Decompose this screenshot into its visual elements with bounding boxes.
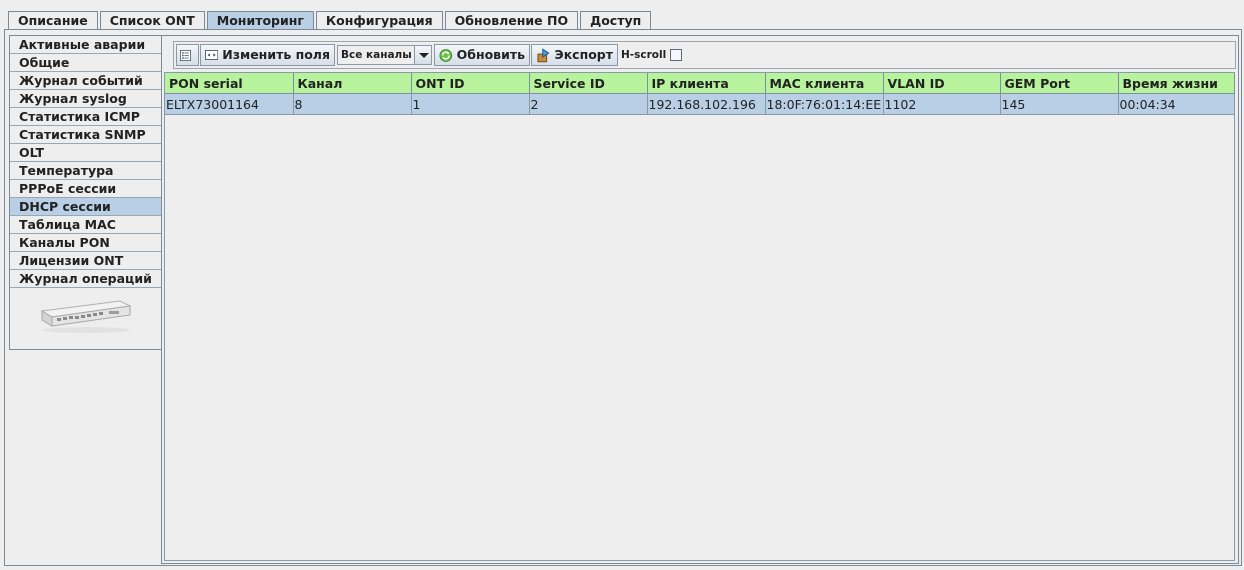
table-cell: 00:04:34 [1118,93,1235,115]
sidebar-item-syslog[interactable]: Журнал syslog [10,90,162,108]
sidebar-item-snmp-stats[interactable]: Статистика SNMP [10,126,162,144]
sidebar-item-operations-log[interactable]: Журнал операций [10,270,162,288]
table-cell: 2 [529,93,648,115]
olt-device-icon [40,300,132,333]
edit-fields-button[interactable]: Изменить поля [200,44,335,66]
sidebar-item-dhcp-sessions[interactable]: DHCP сессии [10,198,162,216]
refresh-button[interactable]: Обновить [434,44,530,66]
sidebar-item-general[interactable]: Общие [10,54,162,72]
tab-ont-list[interactable]: Список ONT [99,11,205,29]
table-row[interactable]: ELTX73001164 8 1 2 192.168.102.196 18:0F… [165,93,1235,115]
toolbar: Изменить поля Все каналы Обновить Экспор… [173,41,1236,69]
column-header-ont-id[interactable]: ONT ID [411,73,530,94]
column-header-channel[interactable]: Канал [293,73,412,94]
tab-description[interactable]: Описание [8,11,98,29]
hscroll-label: H-scroll [621,49,667,61]
table-cell: 18:0F:76:01:14:EE [765,93,884,115]
sidebar-item-olt[interactable]: OLT [10,144,162,162]
export-label: Экспорт [554,47,613,62]
column-header-pon-serial[interactable]: PON serial [165,73,294,94]
channel-select[interactable]: Все каналы [337,45,432,65]
top-tab-bar: Описание Список ONT Мониторинг Конфигура… [8,11,653,30]
sidebar-item-active-alarms[interactable]: Активные аварии [10,36,162,54]
device-image-area [10,292,163,350]
dhcp-sessions-table: PON serial Канал ONT ID Service ID IP кл… [164,72,1235,561]
table-cell: 1 [411,93,530,115]
channel-select-value: Все каналы [341,49,412,61]
table-cell: 192.168.102.196 [647,93,766,115]
export-button[interactable]: Экспорт [531,44,618,66]
sidebar-item-icmp-stats[interactable]: Статистика ICMP [10,108,162,126]
chevron-down-icon[interactable] [414,46,431,64]
column-list-icon [180,49,191,61]
sidebar-item-pppoe-sessions[interactable]: PPPoE сессии [10,180,162,198]
column-header-vlan-id[interactable]: VLAN ID [883,73,1001,94]
refresh-label: Обновить [456,47,525,62]
edit-fields-icon [205,50,219,60]
tab-access[interactable]: Доступ [580,11,652,29]
table-header-row: PON serial Канал ONT ID Service ID IP кл… [165,73,1235,94]
refresh-icon [439,48,453,62]
tab-configuration[interactable]: Конфигурация [315,11,443,29]
column-header-gem-port[interactable]: GEM Port [1000,73,1119,94]
column-header-service-id[interactable]: Service ID [529,73,648,94]
table-cell: 1102 [883,93,1001,115]
hscroll-checkbox[interactable] [670,49,682,61]
column-header-client-ip[interactable]: IP клиента [647,73,766,94]
table-cell: ELTX73001164 [165,93,294,115]
tab-monitoring[interactable]: Мониторинг [206,11,314,29]
column-header-lifetime[interactable]: Время жизни [1118,73,1235,94]
sidebar-item-mac-table[interactable]: Таблица MAC [10,216,162,234]
edit-fields-label: Изменить поля [222,47,330,62]
columns-button[interactable] [176,44,199,66]
sidebar-item-pon-channels[interactable]: Каналы PON [10,234,162,252]
sidebar-item-ont-licenses[interactable]: Лицензии ONT [10,252,162,270]
tab-firmware-update[interactable]: Обновление ПО [444,11,579,29]
sidebar-item-temperature[interactable]: Температура [10,162,162,180]
export-icon [537,47,550,62]
monitoring-sidebar: Активные аварии Общие Журнал событий Жур… [9,35,162,350]
table-cell: 8 [293,93,412,115]
column-header-client-mac[interactable]: MAC клиента [765,73,884,94]
table-cell: 145 [1000,93,1119,115]
dhcp-sessions-panel: Изменить поля Все каналы Обновить Экспор… [161,35,1239,564]
sidebar-item-event-log[interactable]: Журнал событий [10,72,162,90]
